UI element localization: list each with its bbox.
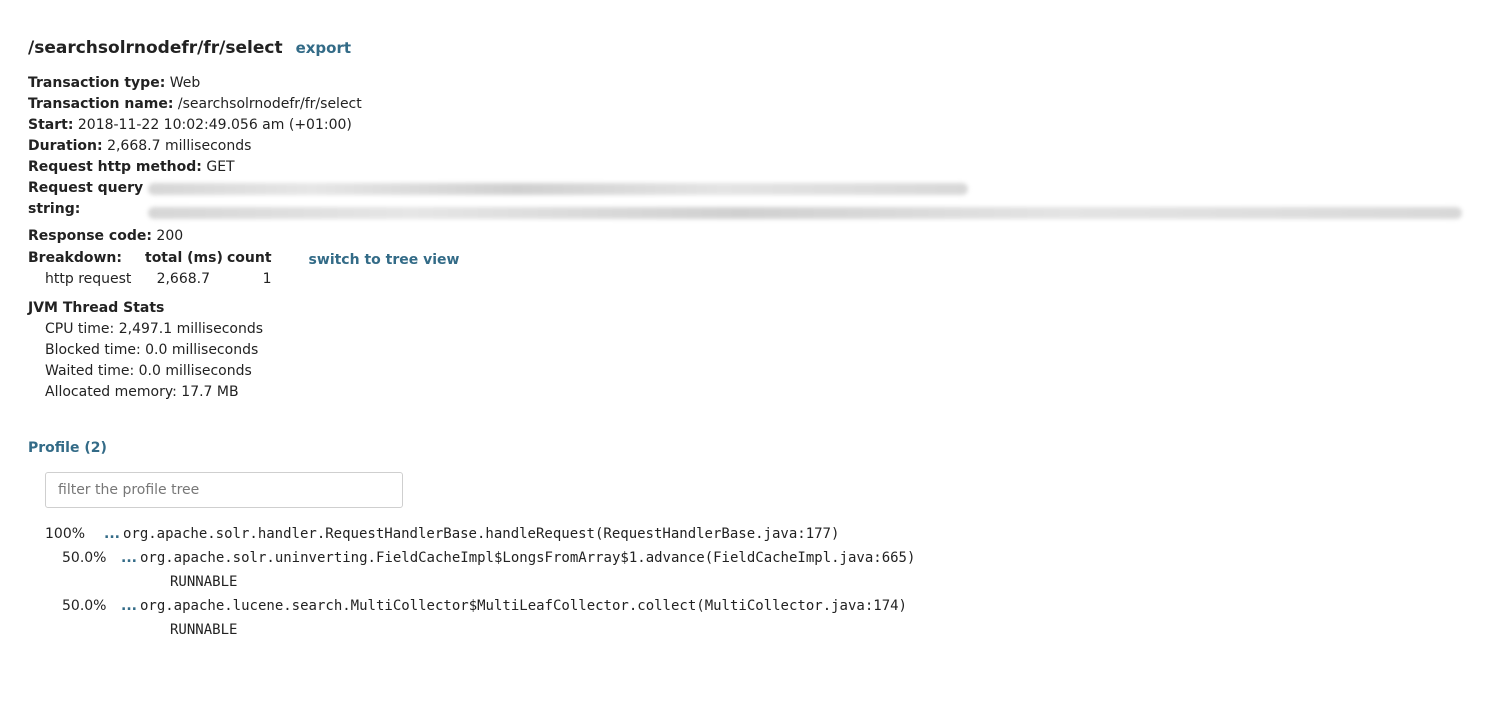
duration-value: 2,668.7 milliseconds [107, 138, 252, 154]
expand-dots-icon[interactable]: ... [121, 594, 137, 618]
profile-node-frame: org.apache.solr.uninverting.FieldCacheIm… [139, 550, 916, 566]
transaction-info: Transaction type: Web Transaction name: … [28, 73, 1467, 247]
profile-node-percent: 100% [45, 526, 86, 542]
query-string-row: Request query string: [28, 178, 1467, 226]
breakdown-row-count: 1 [262, 270, 272, 287]
export-link[interactable]: export [296, 39, 351, 57]
profile-node: 50.0% ... org.apache.solr.uninverting.Fi… [28, 546, 1467, 570]
profile-node-percent: 50.0% [62, 598, 107, 614]
profile-node-thread-state: RUNNABLE [170, 574, 238, 590]
transaction-name-value: /searchsolrnodefr/fr/select [177, 96, 362, 112]
profile-node-frame: org.apache.solr.handler.RequestHandlerBa… [122, 526, 840, 542]
http-method-label: Request http method: [28, 159, 202, 175]
http-method-value: GET [206, 159, 235, 175]
response-code-row: Response code: 200 [28, 226, 1467, 247]
response-code-label: Response code: [28, 228, 152, 244]
jvm-cpu-time: CPU time: 2,497.1 milliseconds [45, 321, 264, 337]
jvm-allocated-memory: Allocated memory: 17.7 MB [45, 384, 239, 400]
breakdown-section: Breakdown: total (ms) count http request… [28, 247, 1467, 289]
profile-node-frame: org.apache.lucene.search.MultiCollector$… [139, 598, 907, 614]
http-method-row: Request http method: GET [28, 157, 1467, 178]
jvm-blocked-time: Blocked time: 0.0 milliseconds [45, 342, 259, 358]
jvm-waited-time: Waited time: 0.0 milliseconds [45, 363, 252, 379]
transaction-detail: /searchsolrnodefr/fr/select export Trans… [0, 0, 1495, 642]
profile-tree: 100% ... org.apache.solr.handler.Request… [28, 522, 1467, 642]
jvm-thread-stats-title: JVM Thread Stats [28, 300, 165, 316]
breakdown-row-name: http request [45, 270, 132, 287]
query-string-label: Request query string: [28, 178, 148, 226]
profile-node-thread-state: RUNNABLE [170, 622, 238, 638]
start-row: Start: 2018-11-22 10:02:49.056 am (+01:0… [28, 115, 1467, 136]
profile-node-percent: 50.0% [62, 550, 107, 566]
breakdown-header-row: Breakdown: total (ms) count [28, 247, 272, 268]
breakdown-col-total: total (ms) [145, 249, 223, 266]
breakdown-label: Breakdown: [28, 249, 122, 266]
duration-row: Duration: 2,668.7 milliseconds [28, 136, 1467, 157]
response-code-value: 200 [156, 228, 184, 244]
breakdown-row-total: 2,668.7 [156, 270, 210, 287]
header: /searchsolrnodefr/fr/select export [28, 38, 1467, 60]
profile-filter-input[interactable] [45, 472, 403, 508]
breakdown-row: http request 2,668.7 1 [28, 268, 272, 289]
profile-node: 50.0% ... org.apache.lucene.search.Multi… [28, 594, 1467, 618]
query-string-value-redacted [148, 178, 1467, 226]
switch-to-tree-view-link[interactable]: switch to tree view [309, 252, 460, 289]
redacted-text-line2 [148, 207, 1462, 219]
query-string-label-line2: string: [28, 201, 81, 217]
transaction-type-value: Web [169, 75, 201, 91]
profile-toggle-link[interactable]: Profile (2) [28, 440, 1467, 456]
page-title: /searchsolrnodefr/fr/select [28, 38, 283, 58]
transaction-name-label: Transaction name: [28, 96, 174, 112]
transaction-type-row: Transaction type: Web [28, 73, 1467, 94]
query-string-label-line1: Request query [28, 180, 144, 196]
breakdown-col-count: count [227, 249, 272, 266]
redacted-text-line1 [148, 183, 968, 195]
start-value: 2018-11-22 10:02:49.056 am (+01:00) [77, 117, 352, 133]
transaction-type-label: Transaction type: [28, 75, 166, 91]
transaction-name-row: Transaction name: /searchsolrnodefr/fr/s… [28, 94, 1467, 115]
start-label: Start: [28, 117, 74, 133]
breakdown-table: Breakdown: total (ms) count http request… [28, 247, 272, 289]
duration-label: Duration: [28, 138, 103, 154]
expand-dots-icon[interactable]: ... [104, 522, 120, 546]
profile-node: 100% ... org.apache.solr.handler.Request… [28, 522, 1467, 546]
expand-dots-icon[interactable]: ... [121, 546, 137, 570]
